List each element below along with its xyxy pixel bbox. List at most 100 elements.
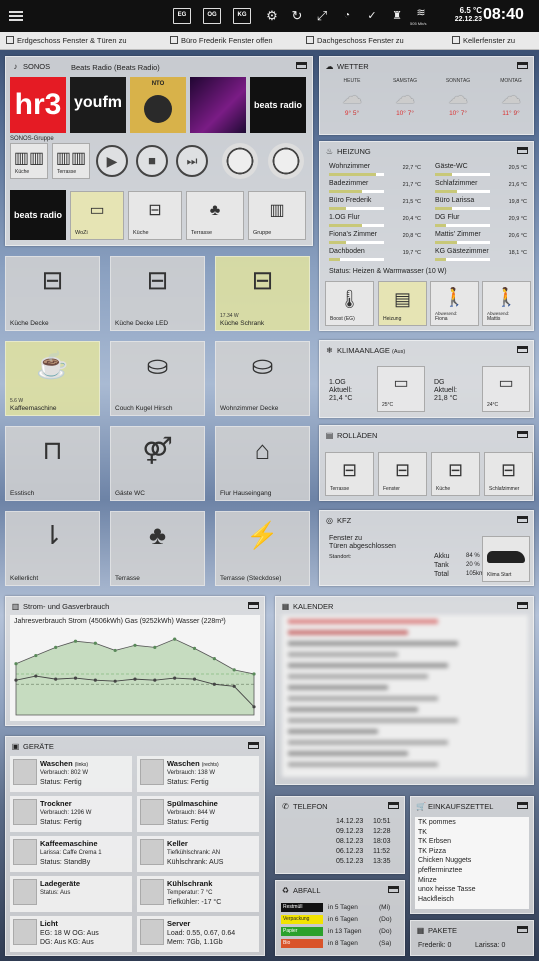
kg-button[interactable]: KG	[233, 8, 251, 24]
heizung-button[interactable]: ▤ Heizung	[378, 281, 427, 326]
light-tile[interactable]: ⛀ Wohnzimmer Decke	[215, 341, 310, 416]
shopping-item[interactable]: Hackfleisch	[418, 896, 454, 903]
shopping-item[interactable]: TK pommes	[418, 819, 456, 826]
device-image	[140, 919, 164, 945]
maximize-icon[interactable]	[517, 602, 528, 609]
window-icon	[170, 36, 178, 44]
maximize-icon[interactable]	[517, 802, 528, 809]
shopping-item[interactable]: unox heisse Tasse	[418, 886, 475, 893]
parcels-header: ▦ PAKETE	[416, 926, 457, 935]
shopping-item[interactable]: TK	[418, 829, 427, 836]
station-youfm[interactable]: youfm	[70, 77, 126, 133]
shutter-button[interactable]: ⊟ Fenster	[378, 452, 427, 496]
maximize-icon[interactable]	[248, 742, 259, 749]
light-tile[interactable]: ⚡ Terrasse (Steckdose)	[215, 511, 310, 586]
shutter-button[interactable]: ⊟ Schlafzimmer	[484, 452, 533, 496]
play-button[interactable]: ▶	[96, 145, 128, 177]
boost-button[interactable]: 🌡 Boost (EG)	[325, 281, 374, 326]
energy-title: Strom- und Gasverbrauch	[23, 602, 110, 611]
waste-type: Papier	[281, 927, 323, 936]
shopping-item[interactable]: Minze	[418, 877, 437, 884]
device-card[interactable]: Ladegeräte Status: Aus	[10, 876, 132, 912]
shutter-icon: ⊟	[500, 460, 517, 480]
room-gruppe[interactable]: ▥ Gruppe	[248, 191, 306, 240]
tile-label: Kaffeemaschine	[10, 405, 57, 412]
heat-bar	[435, 258, 490, 261]
device-card[interactable]: Kühlschrank Temperatur: 7 °C Tiefkühler: -…	[137, 876, 259, 912]
device-card[interactable]: Licht EG: 18 W OG: Aus DG: Aus KG: Aus	[10, 916, 132, 952]
group-kueche[interactable]: ▥▥ Küche	[10, 143, 48, 179]
light-tile[interactable]: ⚤ Gäste WC	[110, 426, 205, 501]
fullscreen-icon[interactable]: ⤢	[314, 8, 330, 24]
station-hr3[interactable]: hr3	[10, 77, 66, 133]
tank-label: Tank	[434, 562, 449, 569]
light-tile[interactable]: ⌂ Flur Hauseingang	[215, 426, 310, 501]
maximize-icon[interactable]	[517, 346, 528, 353]
next-button[interactable]: ⏭	[176, 145, 208, 177]
og-button[interactable]: OG	[203, 8, 221, 24]
shopping-item[interactable]: Chicken Nuggets	[418, 857, 471, 864]
device-card[interactable]: Keller Tiefkühlschrank: AN Kühlschrank: AU…	[137, 836, 259, 872]
maximize-icon[interactable]	[388, 802, 399, 809]
ac-1og-button[interactable]: ▭ 25°C	[377, 366, 425, 412]
light-tile[interactable]: ⇂ Kellerlicht	[5, 511, 100, 586]
device-image	[13, 879, 37, 905]
maximize-icon[interactable]	[517, 516, 528, 523]
gear-icon[interactable]: ⚙	[264, 8, 280, 24]
shopping-title: EINKAUFSZETTEL	[428, 802, 494, 811]
device-card[interactable]: Waschen (rechts) Verbrauch: 138 W Status: …	[137, 756, 259, 792]
room-wozi[interactable]: ▭ WoZi	[70, 191, 124, 240]
device-image	[13, 839, 37, 865]
device-name: Licht	[40, 919, 58, 928]
room-temp: 19,8 °C	[508, 199, 527, 205]
room-kueche[interactable]: ⊟ Küche	[128, 191, 182, 240]
away-mattis-button[interactable]: 🚶 Abwesend: Mattis	[482, 281, 531, 326]
device-card[interactable]: Trockner Verbrauch: 1296 W Status: Fertig	[10, 796, 132, 832]
room-label: Küche	[133, 230, 149, 236]
volume-up-knob[interactable]	[268, 143, 304, 179]
shutter-button[interactable]: ⊟ Küche	[431, 452, 480, 496]
device-card[interactable]: Kaffeemaschine Larissa: Caffe Crema 1 Stat…	[10, 836, 132, 872]
device-card[interactable]: Spülmaschine Verbrauch: 844 W Status: Fert…	[137, 796, 259, 832]
climate-1og: 1.OG Aktuell: 21,4 °C	[329, 379, 352, 403]
maximize-icon[interactable]	[296, 62, 307, 69]
station-beats-radio[interactable]: beats radio	[250, 77, 306, 133]
phone-icon: ✆	[282, 802, 289, 811]
shopping-item[interactable]: TK Pizza	[418, 848, 446, 855]
away-fiona-button[interactable]: 🚶 Abwesend: Fiona	[430, 281, 479, 326]
light-tile[interactable]: ☕ 5.6 W Kaffeemaschine	[5, 341, 100, 416]
ac-dg-button[interactable]: ▭ 24°C	[482, 366, 530, 412]
maximize-icon[interactable]	[388, 886, 399, 893]
light-tile[interactable]: ⊓ Esstisch	[5, 426, 100, 501]
menu-icon[interactable]	[9, 9, 23, 23]
maximize-icon[interactable]	[517, 926, 528, 933]
station-purple[interactable]	[190, 77, 246, 133]
maximize-icon[interactable]	[248, 602, 259, 609]
castle-icon: ♜	[392, 10, 402, 22]
device-card[interactable]: Server Load: 0.55, 0.67, 0.64 Mem: 7Gb, 1.…	[137, 916, 259, 952]
maximize-icon[interactable]	[517, 62, 528, 69]
maximize-icon[interactable]	[517, 431, 528, 438]
light-tile[interactable]: ⛀ Couch Kugel Hirsch	[110, 341, 205, 416]
ticker-text: Büro Frederik Fenster offen	[181, 36, 273, 45]
shopping-item[interactable]: pfefferminztee	[418, 867, 462, 874]
room-terrasse[interactable]: ♣ Terrasse	[186, 191, 244, 240]
station-nto[interactable]: NTO	[130, 77, 186, 133]
shutter-button[interactable]: ⊟ Terrasse	[325, 452, 374, 496]
eg-button[interactable]: EG	[173, 8, 191, 24]
calendar-icon: ▦	[281, 602, 290, 611]
stop-button[interactable]: ■	[136, 145, 168, 177]
maximize-icon[interactable]	[517, 147, 528, 154]
device-card[interactable]: Waschen (links) Verbrauch: 802 W Status: F…	[10, 756, 132, 792]
light-tile[interactable]: ♣ Terrasse	[110, 511, 205, 586]
light-tile[interactable]: ⊟ Küche Decke	[5, 256, 100, 331]
group-terrasse[interactable]: ▥▥ Terrasse	[52, 143, 90, 179]
refresh-icon[interactable]: ↻	[289, 8, 305, 24]
volume-down-knob[interactable]	[222, 143, 258, 179]
light-tile[interactable]: ⊟ 17.34 W Küche Schrank	[215, 256, 310, 331]
heat-bar	[329, 173, 384, 176]
light-tile[interactable]: ⊟ Küche Decke LED	[110, 256, 205, 331]
shopping-item[interactable]: TK Erbsen	[418, 838, 451, 845]
climate-start-button[interactable]: Klima Start	[482, 536, 530, 582]
device-line2: Mem: 7Gb, 1.1Gb	[167, 939, 223, 946]
